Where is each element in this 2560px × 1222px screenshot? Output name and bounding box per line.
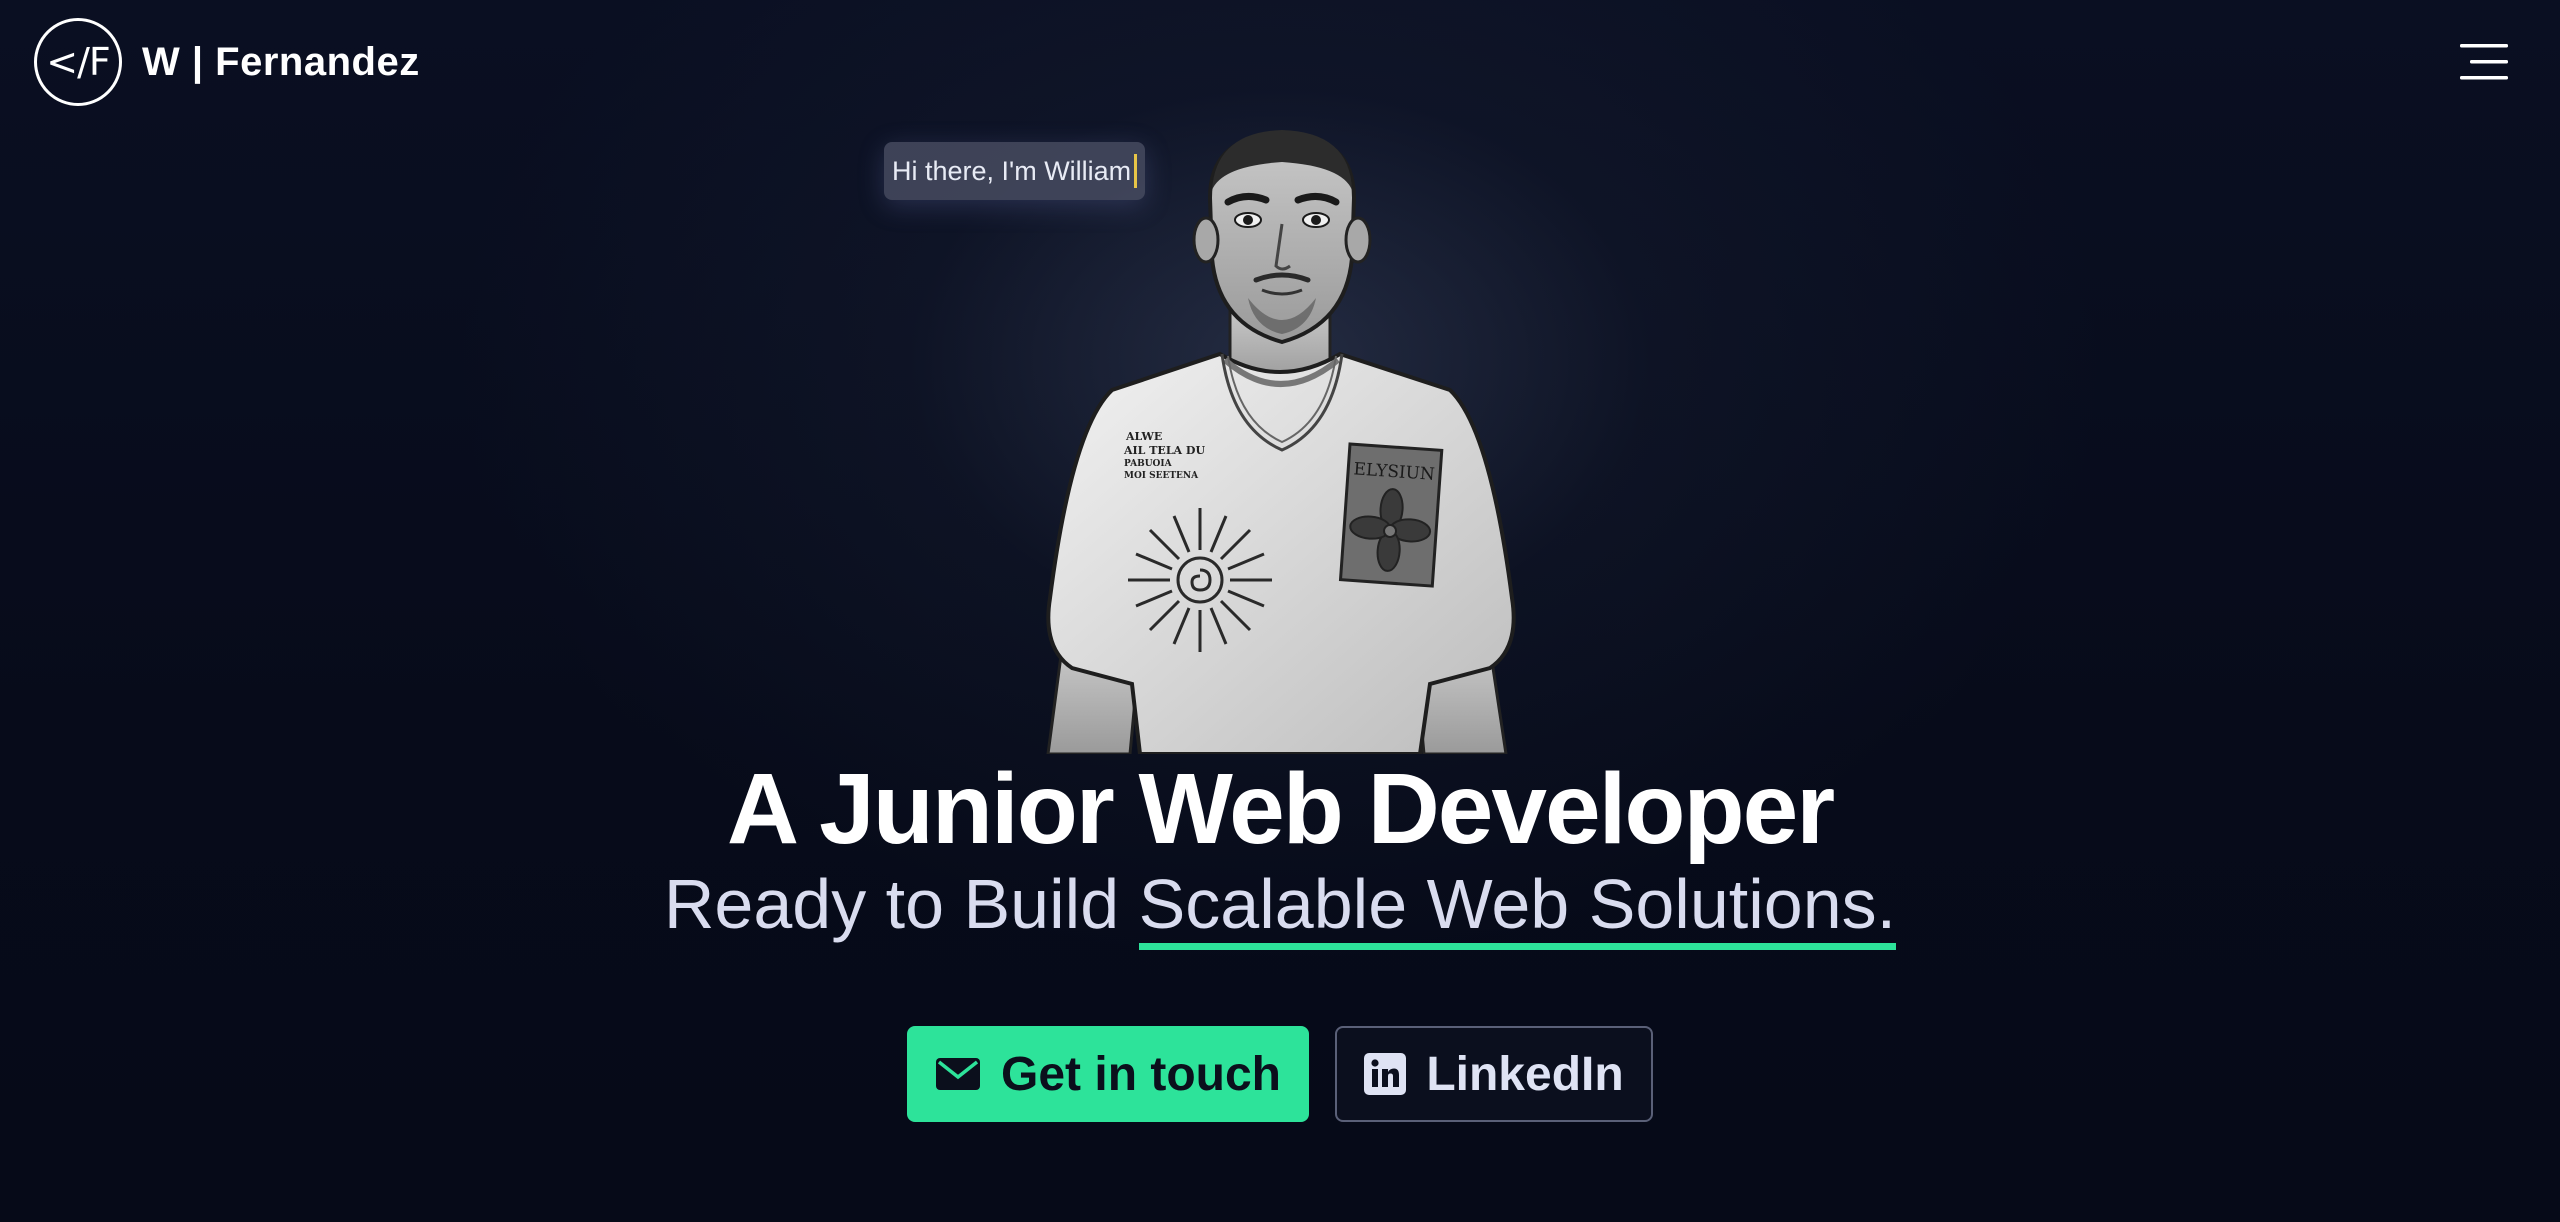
shirt-text-line: MOI SEETENA bbox=[1124, 471, 1199, 481]
brand-name: W | Fernandez bbox=[142, 39, 420, 84]
hero-subline: Ready to Build Scalable Web Solutions. bbox=[0, 864, 2560, 950]
page: </F W | Fernandez Hi there, I'm William bbox=[0, 0, 2560, 1222]
linkedin-label: LinkedIn bbox=[1426, 1047, 1624, 1101]
logo-icon: </F bbox=[34, 18, 122, 106]
shirt-text-line: PABUOIA bbox=[1124, 459, 1173, 469]
logo-text: </F bbox=[46, 40, 110, 84]
get-in-touch-button[interactable]: Get in touch bbox=[907, 1026, 1309, 1122]
home-logo-link[interactable]: </F W | Fernandez bbox=[34, 18, 420, 106]
menu-button[interactable] bbox=[2460, 42, 2512, 82]
linkedin-button[interactable]: LinkedIn bbox=[1335, 1026, 1653, 1122]
portrait-illustration: ALWE AIL TELA DU PABUOIA MOI SEETENA ELY… bbox=[1020, 128, 1540, 754]
cta-row: Get in touch LinkedIn bbox=[0, 1026, 2560, 1122]
envelope-icon bbox=[935, 1057, 981, 1091]
linkedin-icon bbox=[1364, 1053, 1407, 1095]
hamburger-menu-icon bbox=[2460, 44, 2508, 80]
subline-highlight: Scalable Web Solutions. bbox=[1138, 865, 1897, 950]
subline-prefix: Ready to Build bbox=[663, 865, 1139, 943]
shirt-text-line: AIL TELA DU bbox=[1123, 444, 1205, 457]
hero-headline: A Junior Web Developer bbox=[726, 753, 1835, 865]
get-in-touch-label: Get in touch bbox=[1001, 1047, 1281, 1101]
shirt-text-line: ALWE bbox=[1125, 430, 1162, 443]
